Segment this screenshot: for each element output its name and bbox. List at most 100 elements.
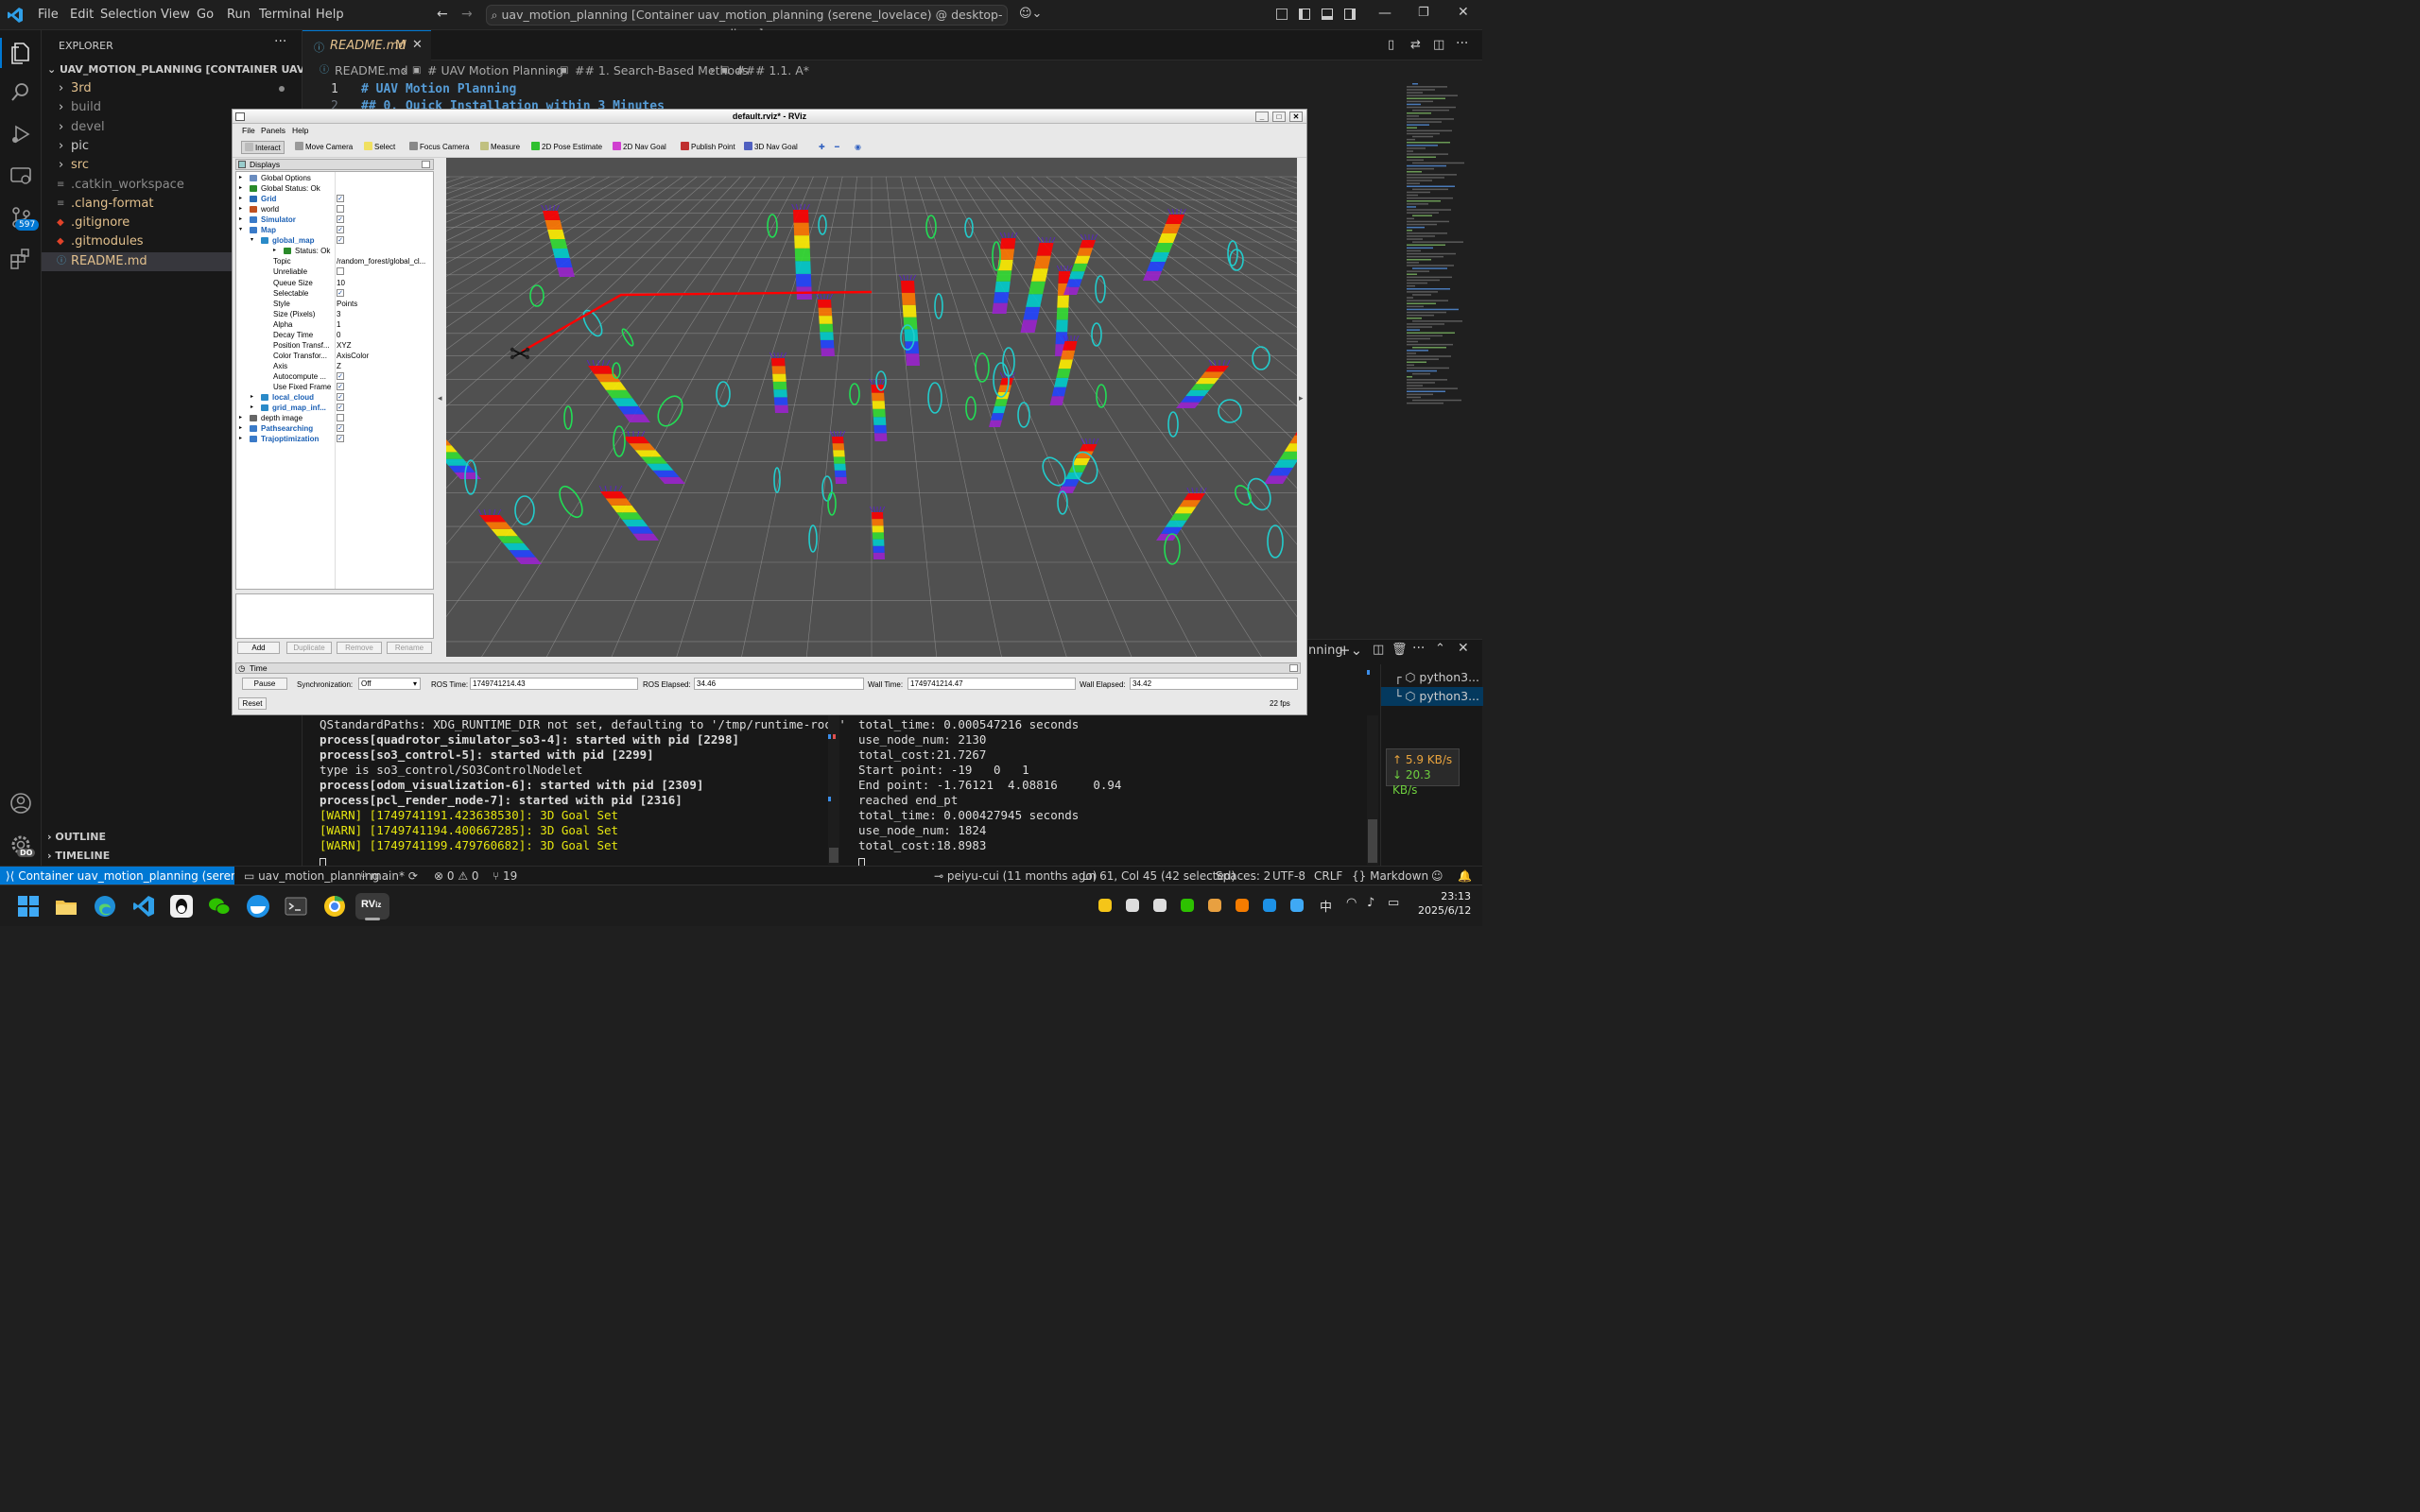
tool-move-camera[interactable]: Move Camera xyxy=(295,141,353,154)
tool-focus-camera[interactable]: Focus Camera xyxy=(409,141,469,154)
tool-select[interactable]: Select xyxy=(364,141,395,154)
add-display-button[interactable]: Add xyxy=(237,642,280,654)
checked-checkbox[interactable]: ✓ xyxy=(337,393,344,402)
breadcrumb-item[interactable]: # UAV Motion Planning xyxy=(427,60,563,81)
collapse-right-arrow-icon[interactable]: ▸ xyxy=(1299,393,1304,404)
display-row[interactable]: ▸ Global Options xyxy=(236,173,433,183)
remote-indicator[interactable]: ⟩⟨ Container uav_motion_planning (serene… xyxy=(0,867,234,885)
unchecked-checkbox[interactable] xyxy=(337,205,344,214)
timeline-section[interactable]: › TIMELINE xyxy=(42,847,302,866)
display-row[interactable]: ▸ depth image xyxy=(236,413,433,423)
duplicate-display-button[interactable]: Duplicate xyxy=(286,642,332,654)
compare-changes-icon[interactable]: ⇄ xyxy=(1410,38,1421,52)
display-row[interactable]: Queue Size 10 xyxy=(236,278,433,288)
clock[interactable]: 23:13 2025/6/12 xyxy=(1418,889,1471,918)
expand-right-arrow-icon[interactable]: ▸ xyxy=(251,392,253,403)
checked-checkbox[interactable]: ✓ xyxy=(337,404,344,412)
display-row[interactable]: Size (Pixels) 3 xyxy=(236,309,433,319)
checked-checkbox[interactable]: ✓ xyxy=(337,371,344,380)
menu-view[interactable]: View xyxy=(161,8,190,22)
wall-elapsed-field[interactable]: 34.42 xyxy=(1130,678,1298,690)
sync-select[interactable]: Off ▾ xyxy=(358,678,421,690)
property-value[interactable]: XYZ xyxy=(337,340,431,351)
expand-right-arrow-icon[interactable]: ▸ xyxy=(239,423,242,434)
expand-right-arrow-icon[interactable]: ▸ xyxy=(239,434,242,444)
checked-checkbox[interactable]: ✓ xyxy=(337,424,344,433)
expand-right-arrow-icon[interactable]: ▸ xyxy=(239,215,242,225)
accounts-icon[interactable] xyxy=(8,790,34,816)
expand-right-arrow-icon[interactable]: ▸ xyxy=(273,246,276,256)
property-value[interactable]: 0 xyxy=(337,330,431,340)
checked-checkbox[interactable]: ✓ xyxy=(337,236,344,245)
display-row[interactable]: ▸ Global Status: Ok xyxy=(236,183,433,194)
display-row[interactable]: ▸ world xyxy=(236,204,433,215)
expand-down-arrow-icon[interactable]: ▾ xyxy=(251,235,253,246)
display-row[interactable]: ▸ local_cloud ✓ xyxy=(236,392,433,403)
rviz-taskbar-item[interactable]: RViz xyxy=(355,893,389,920)
add-tool-icon[interactable]: ✚ xyxy=(819,141,825,154)
minimap[interactable] xyxy=(1405,81,1471,421)
extensions-icon[interactable] xyxy=(8,246,34,272)
code-line[interactable]: # UAV Motion Planning xyxy=(361,81,516,98)
display-row[interactable]: Alpha 1 xyxy=(236,319,433,330)
undock-button[interactable] xyxy=(1289,664,1298,672)
vscode-taskbar-icon[interactable] xyxy=(130,893,157,919)
property-value[interactable]: 1 xyxy=(337,319,431,330)
tool-3d-nav-goal[interactable]: 3D Nav Goal xyxy=(744,141,798,154)
property-value[interactable]: Points xyxy=(337,299,431,309)
display-row[interactable]: Topic/random_forest/global_cl... xyxy=(236,256,433,266)
terminal-app-icon[interactable] xyxy=(283,893,309,919)
checked-checkbox[interactable]: ✓ xyxy=(337,226,344,234)
ros-time-field[interactable]: 1749741214.43 xyxy=(470,678,638,690)
rviz-maximize-button[interactable]: □ xyxy=(1272,112,1286,122)
minimize-icon[interactable]: — xyxy=(1378,6,1392,21)
undock-button[interactable] xyxy=(422,161,430,168)
property-value[interactable]: 3 xyxy=(337,309,431,319)
close-panel-icon[interactable]: ✕ xyxy=(1458,641,1469,656)
breadcrumb-item[interactable]: ### 1.1. A* xyxy=(735,60,809,81)
tab-close-icon[interactable]: ✕ xyxy=(412,38,423,52)
project-item[interactable]: ▭ uav_motion_planning xyxy=(244,867,379,885)
run-debug-icon[interactable] xyxy=(8,121,34,147)
toggle-secondary-sidebar-icon[interactable] xyxy=(1344,9,1356,20)
rviz-3d-viewport[interactable] xyxy=(446,158,1297,657)
notifications-bell-icon[interactable]: 🔔 xyxy=(1458,867,1472,885)
forward-arrow-icon[interactable]: → xyxy=(461,7,473,22)
rename-display-button[interactable]: Rename xyxy=(387,642,432,654)
remote-explorer-icon[interactable] xyxy=(8,163,34,189)
ports-item[interactable]: ⑂ 19 xyxy=(493,867,517,885)
security-icon[interactable] xyxy=(1263,899,1276,912)
shield-icon[interactable] xyxy=(1236,899,1249,912)
unchecked-checkbox[interactable] xyxy=(337,414,344,422)
split-terminal-icon[interactable]: ◫ xyxy=(1373,643,1384,657)
tool-interact[interactable]: Interact xyxy=(241,141,285,154)
battery-icon[interactable]: ▭ xyxy=(1388,896,1399,910)
checked-checkbox[interactable]: ✓ xyxy=(337,383,344,390)
ros-elapsed-field[interactable]: 34.46 xyxy=(694,678,864,690)
copilot-status-icon[interactable]: ☺ xyxy=(1431,867,1443,885)
wechat-tray-icon[interactable] xyxy=(1181,899,1194,912)
display-row[interactable]: Selectable ✓ xyxy=(236,288,433,299)
pause-button[interactable]: Pause xyxy=(242,678,287,690)
terminal-scrollbar[interactable] xyxy=(1367,715,1378,865)
indentation[interactable]: Spaces: 2 xyxy=(1216,867,1270,885)
display-row[interactable]: ▸ Status: Ok xyxy=(236,246,433,256)
layout-customize-icon[interactable] xyxy=(1276,9,1288,20)
rviz-menu-help[interactable]: Help xyxy=(292,124,308,137)
wall-time-field[interactable]: 1749741214.47 xyxy=(908,678,1076,690)
property-value[interactable]: /random_forest/global_cl... xyxy=(337,256,431,266)
display-row[interactable]: ▾ global_map ✓ xyxy=(236,235,433,246)
qq-icon[interactable] xyxy=(168,893,195,919)
more-actions-icon[interactable]: ··· xyxy=(1412,641,1425,656)
wechat-icon[interactable] xyxy=(206,893,233,919)
rviz-menu-file[interactable]: File xyxy=(242,124,255,137)
expand-right-arrow-icon[interactable]: ▸ xyxy=(239,173,242,183)
display-row[interactable]: ▸ grid_map_inf... ✓ xyxy=(236,403,433,413)
display-row[interactable]: ▸ Simulator ✓ xyxy=(236,215,433,225)
bluetooth-icon[interactable] xyxy=(1290,899,1304,912)
rviz-menu-panels[interactable]: Panels xyxy=(261,124,285,137)
restore-icon[interactable]: ❐ xyxy=(1418,6,1429,20)
back-arrow-icon[interactable]: ← xyxy=(437,7,448,22)
language-mode[interactable]: {} Markdown xyxy=(1352,867,1428,885)
cursor-position[interactable]: Ln 61, Col 45 (42 selected) xyxy=(1082,867,1236,885)
